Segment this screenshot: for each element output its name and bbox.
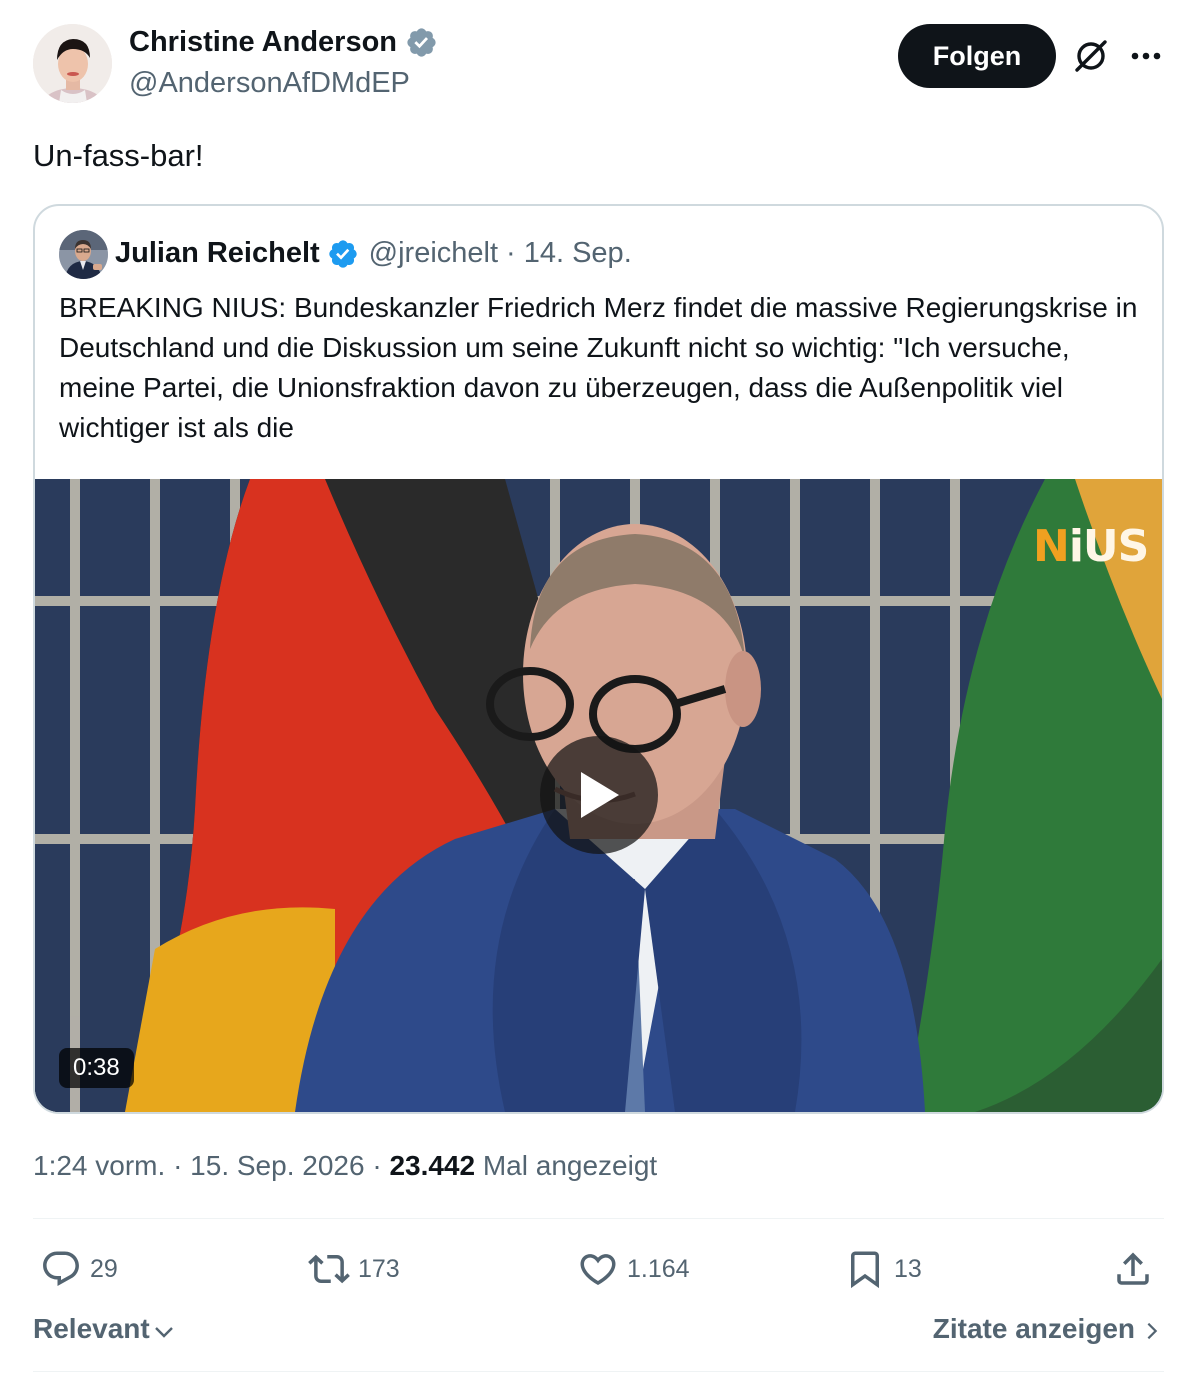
bookmark-count: 13	[894, 1254, 922, 1283]
quoted-text: BREAKING NIUS: Bundeskanzler Friedrich M…	[59, 292, 1138, 443]
author-name[interactable]: Christine Anderson	[129, 26, 397, 59]
like-count: 1.164	[627, 1254, 690, 1283]
quoted-tweet-card[interactable]: Julian Reichelt @jreichelt · 14. Sep. BR…	[33, 204, 1164, 1114]
heart-icon	[580, 1254, 616, 1286]
quoted-author-handle[interactable]: @jreichelt	[369, 237, 498, 270]
bookmark-icon	[851, 1251, 879, 1289]
reply-icon	[43, 1251, 79, 1286]
quoted-author-avatar[interactable]	[59, 230, 108, 279]
tweet-meta: 1:24 vorm. · 15. Sep. 2026 · 23.442 Mal …	[33, 1150, 657, 1182]
quoted-header: Julian Reichelt @jreichelt · 14. Sep.	[115, 237, 632, 270]
quoted-avatar-image	[59, 230, 108, 279]
quoted-verified-icon[interactable]	[327, 238, 359, 270]
repost-button[interactable]: 173	[308, 1247, 400, 1291]
author-name-row[interactable]: Christine Anderson	[129, 26, 438, 59]
view-quotes-link[interactable]: Zitate anzeigen	[933, 1313, 1163, 1345]
repost-icon	[308, 1254, 350, 1284]
share-icon	[1117, 1252, 1149, 1285]
tweet-text: Un-fass-bar!	[33, 138, 204, 173]
quoted-author-name[interactable]: Julian Reichelt	[115, 237, 320, 270]
divider	[33, 1371, 1164, 1372]
tweet-date[interactable]: 15. Sep. 2026	[190, 1150, 364, 1181]
bookmark-button[interactable]: 13	[844, 1247, 922, 1291]
grok-icon[interactable]	[1071, 36, 1111, 76]
chevron-down-icon	[154, 1327, 173, 1338]
divider	[33, 1218, 1164, 1219]
play-icon	[581, 772, 619, 818]
reply-count: 29	[90, 1254, 118, 1283]
sort-label: Relevant	[33, 1313, 150, 1344]
quoted-date[interactable]: 14. Sep.	[524, 237, 632, 270]
meta-separator-2: ·	[372, 1150, 382, 1181]
sort-replies-dropdown[interactable]: Relevant	[33, 1313, 176, 1345]
video-duration: 0:38	[59, 1048, 134, 1088]
play-button[interactable]	[540, 736, 658, 854]
meta-separator-1: ·	[173, 1150, 183, 1181]
tweet-time[interactable]: 1:24 vorm.	[33, 1150, 165, 1181]
repost-count: 173	[358, 1254, 400, 1283]
author-avatar-image	[33, 24, 112, 103]
like-button[interactable]: 1.164	[577, 1247, 690, 1291]
author-handle[interactable]: @AndersonAfDMdEP	[129, 67, 410, 100]
views-label: Mal angezeigt	[482, 1150, 658, 1181]
author-avatar[interactable]	[33, 24, 112, 103]
quotes-label: Zitate anzeigen	[932, 1313, 1135, 1344]
video-player[interactable]: NiUS 0:38	[35, 479, 1162, 1112]
verified-badge-icon[interactable]	[405, 26, 438, 59]
more-options-icon[interactable]	[1128, 38, 1164, 74]
nius-logo: NiUS	[1033, 521, 1149, 572]
reply-button[interactable]: 29	[40, 1247, 118, 1291]
quoted-separator: ·	[506, 237, 516, 269]
share-button[interactable]	[1112, 1247, 1162, 1291]
follow-button[interactable]: Folgen	[898, 24, 1056, 88]
views-count: 23.442	[389, 1150, 476, 1181]
chevron-right-icon	[1147, 1322, 1158, 1340]
